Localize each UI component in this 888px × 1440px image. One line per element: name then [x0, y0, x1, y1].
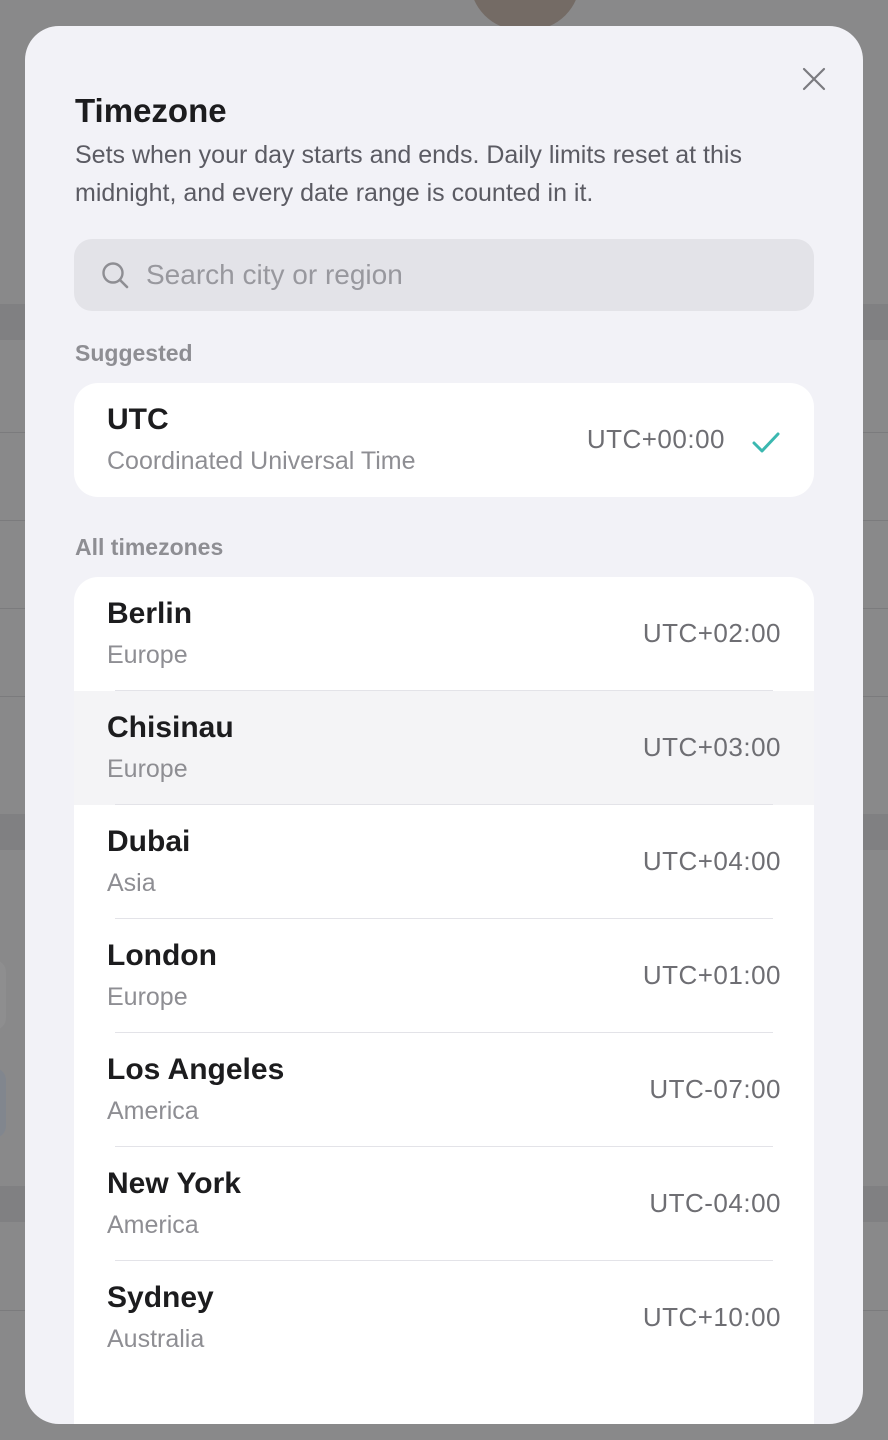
- timezone-modal: Timezone Sets when your day starts and e…: [25, 26, 863, 1424]
- timezone-row-chisinau[interactable]: Chisinau Europe UTC+03:00: [74, 691, 814, 805]
- timezone-offset: UTC+03:00: [642, 732, 781, 762]
- search-box[interactable]: [74, 239, 814, 311]
- timezone-name: Chisinau: [107, 711, 234, 744]
- search-icon: [100, 260, 130, 290]
- timezone-name: UTC: [107, 403, 169, 436]
- timezone-region: Australia: [107, 1325, 205, 1353]
- timezone-region: Europe: [107, 983, 188, 1011]
- timezone-offset: UTC+00:00: [586, 424, 725, 454]
- timezone-region: Coordinated Universal Time: [107, 447, 416, 475]
- timezone-name: New York: [107, 1167, 241, 1200]
- all-timezones-list: Berlin Europe UTC+02:00 Chisinau Europe …: [74, 577, 814, 1424]
- timezone-row-utc[interactable]: UTC Coordinated Universal Time UTC+00:00: [74, 383, 814, 497]
- timezone-row-los-angeles[interactable]: Los Angeles America UTC-07:00: [74, 1033, 814, 1147]
- timezone-region: Europe: [107, 755, 188, 783]
- timezone-offset: UTC+04:00: [642, 846, 781, 876]
- timezone-name: Berlin: [107, 597, 193, 630]
- close-icon: [802, 67, 826, 91]
- all-timezones-section-label: All timezones: [75, 534, 224, 560]
- close-button[interactable]: [798, 63, 830, 95]
- modal-description: Sets when your day starts and ends. Dail…: [75, 141, 742, 207]
- timezone-region: Europe: [107, 641, 188, 669]
- timezone-name: Los Angeles: [107, 1053, 285, 1086]
- suggested-card: UTC Coordinated Universal Time UTC+00:00: [74, 383, 814, 497]
- search-input[interactable]: [146, 259, 786, 291]
- timezone-name: Sydney: [107, 1281, 214, 1314]
- timezone-offset: UTC-04:00: [649, 1188, 781, 1218]
- timezone-region: America: [107, 1097, 199, 1125]
- timezone-row-dubai[interactable]: Dubai Asia UTC+04:00: [74, 805, 814, 919]
- timezone-region: America: [107, 1211, 199, 1239]
- timezone-offset: UTC-07:00: [649, 1074, 781, 1104]
- timezone-offset: UTC+10:00: [642, 1302, 781, 1332]
- timezone-region: Asia: [107, 869, 156, 897]
- timezone-row-new-york[interactable]: New York America UTC-04:00: [74, 1147, 814, 1261]
- timezone-row-berlin[interactable]: Berlin Europe UTC+02:00: [74, 577, 814, 691]
- timezone-row-london[interactable]: London Europe UTC+01:00: [74, 919, 814, 1033]
- timezone-offset: UTC+01:00: [642, 960, 781, 990]
- timezone-offset: UTC+02:00: [642, 618, 781, 648]
- timezone-name: Dubai: [107, 825, 191, 858]
- modal-title: Timezone: [75, 92, 227, 129]
- suggested-section-label: Suggested: [75, 340, 193, 366]
- timezone-name: London: [107, 939, 217, 972]
- checkmark-icon: [752, 432, 780, 453]
- timezone-row-sydney[interactable]: Sydney Australia UTC+10:00: [74, 1261, 814, 1375]
